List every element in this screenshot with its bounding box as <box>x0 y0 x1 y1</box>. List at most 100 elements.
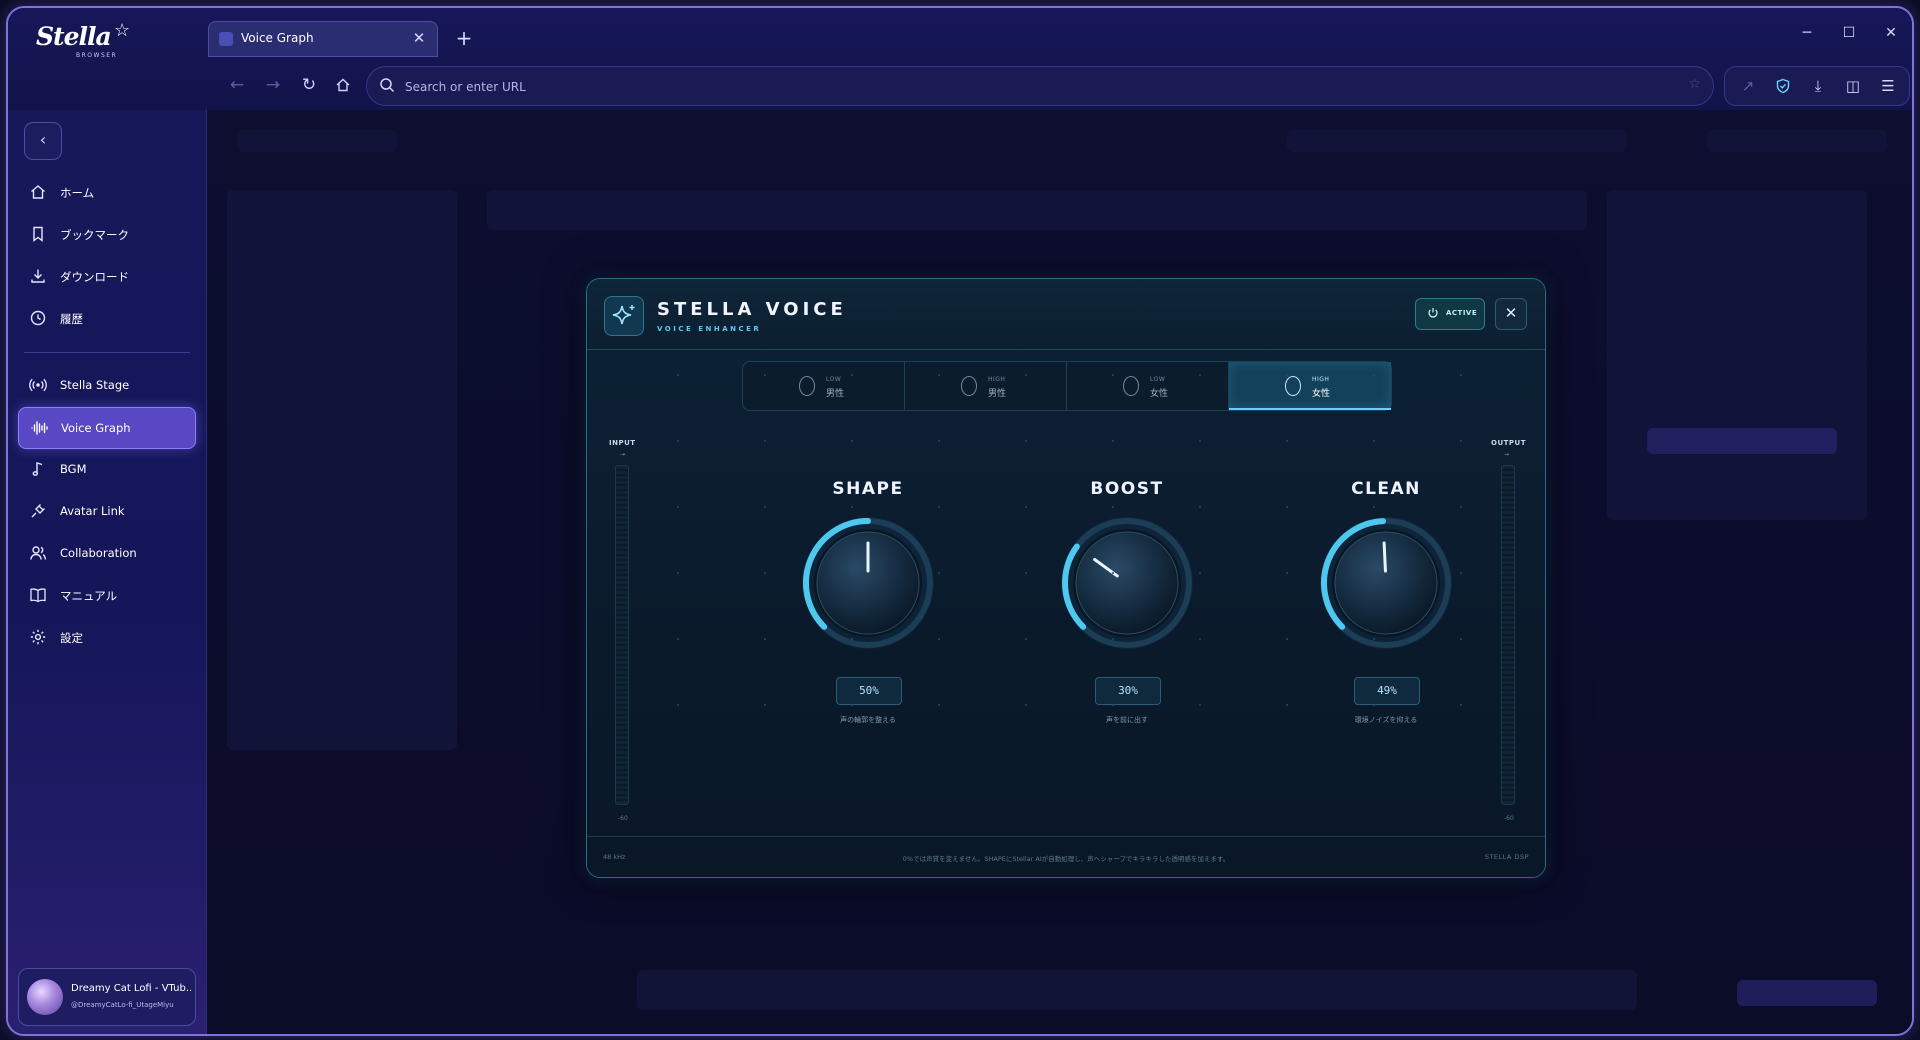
grid-dot <box>1373 704 1375 706</box>
grid-dot <box>1460 572 1462 574</box>
stella-logo[interactable]: Stella ☆ BROWSER <box>36 20 146 62</box>
back-arrow-icon[interactable]: ← <box>224 72 250 98</box>
grid-dot <box>1199 506 1201 508</box>
footer-brand: STELLA DSP <box>1484 853 1529 861</box>
download-icon[interactable]: ⤓ <box>1807 75 1829 97</box>
knob-label: CLEAN <box>1351 479 1421 499</box>
sidebar-item-bgm[interactable]: BGM <box>18 449 194 489</box>
grid-dot <box>1199 638 1201 640</box>
knob-description: 環境ノイズを抑える <box>1354 716 1418 724</box>
grid-dot <box>1460 374 1462 376</box>
sidebar-item-voice-graph[interactable]: Voice Graph <box>18 407 196 449</box>
input-meter-min: -60 <box>618 815 628 822</box>
profile-name: Dreamy Cat Lofi - VTub... <box>71 983 191 994</box>
backdrop-block <box>1707 130 1887 152</box>
logo-text: Stella <box>36 22 112 51</box>
grid-dot <box>851 572 853 574</box>
maximize-icon[interactable]: ☐ <box>1838 22 1860 44</box>
close-window-icon[interactable]: ✕ <box>1880 22 1902 44</box>
sidebar-item-stella-stage[interactable]: Stella Stage <box>18 365 194 405</box>
url-input[interactable] <box>403 76 1657 98</box>
browser-window: Stella ☆ BROWSER Voice Graph ✕ + ─ ☐ ✕ ←… <box>6 6 1914 1036</box>
home-icon[interactable] <box>330 72 356 98</box>
sidebar-item-history[interactable]: 履歴 <box>18 298 194 338</box>
sidebar-item-bookmarks[interactable]: ブックマーク <box>18 214 194 254</box>
shape-knob[interactable] <box>798 513 938 653</box>
panel-close-button[interactable]: ✕ <box>1495 298 1527 330</box>
knob-value[interactable]: 50% <box>836 677 902 705</box>
share-icon[interactable]: ↗ <box>1737 75 1759 97</box>
broadcast-icon <box>29 378 47 392</box>
grid-dot <box>938 440 940 442</box>
reload-icon[interactable]: ↻ <box>296 72 322 98</box>
shield-icon[interactable] <box>1772 75 1794 97</box>
sidebar-toggle-icon[interactable]: ◫ <box>1842 75 1864 97</box>
grid-dot <box>1112 374 1114 376</box>
grid-dot <box>764 572 766 574</box>
knob-face <box>1075 531 1179 635</box>
grid-dot <box>764 704 766 706</box>
sidebar-item-label: BGM <box>60 462 87 476</box>
profile-handle: @DreamyCatLo-fi_UtageMiyu <box>71 1001 174 1009</box>
toolbar-actions: ↗ ⤓ ◫ ☰ <box>1724 66 1910 106</box>
bookmark-icon <box>33 226 43 242</box>
backdrop-block <box>237 130 397 152</box>
grid-dot <box>1460 440 1462 442</box>
sidebar-item-downloads[interactable]: ダウンロード <box>18 256 194 296</box>
input-level-marker: → <box>620 451 626 458</box>
book-icon <box>30 588 46 603</box>
grid-dot <box>851 704 853 706</box>
knob-value[interactable]: 30% <box>1095 677 1161 705</box>
input-meter-label: INPUT <box>609 439 636 447</box>
backdrop-block <box>1737 980 1877 1006</box>
sidebar-item-avatar-link[interactable]: Avatar Link <box>18 491 194 531</box>
backdrop-block <box>487 190 1587 230</box>
grid-dot <box>1373 440 1375 442</box>
backdrop-block <box>227 190 457 750</box>
sidebar-item-manual[interactable]: マニュアル <box>18 575 194 615</box>
grid-dot <box>1112 440 1114 442</box>
knob-label: BOOST <box>1090 479 1164 499</box>
grid-dot <box>938 506 940 508</box>
tab-voice-graph[interactable]: Voice Graph ✕ <box>208 21 438 57</box>
grid-dot <box>1199 572 1201 574</box>
grid-dot <box>764 638 766 640</box>
sidebar-item-home[interactable]: ホーム <box>18 172 194 212</box>
output-level-marker: → <box>1504 451 1510 458</box>
grid-dot <box>677 572 679 574</box>
grid-dot <box>1025 374 1027 376</box>
grid-dot <box>938 572 940 574</box>
knob-pointer <box>1382 541 1387 573</box>
new-tab-button[interactable]: + <box>452 26 476 50</box>
boost-knob[interactable] <box>1057 513 1197 653</box>
address-bar[interactable]: ☆ <box>366 66 1714 106</box>
grid-dot <box>851 440 853 442</box>
knob-description: 声の輪郭を整える <box>840 716 896 724</box>
output-level-meter <box>1501 465 1515 805</box>
sidebar-item-settings[interactable]: 設定 <box>18 617 194 657</box>
menu-icon[interactable]: ☰ <box>1877 75 1899 97</box>
sidebar-item-label: Collaboration <box>60 546 137 560</box>
user-profile-card[interactable]: Dreamy Cat Lofi - VTub... @DreamyCatLo-f… <box>18 968 196 1026</box>
tab-close-icon[interactable]: ✕ <box>409 28 429 48</box>
sidebar-item-label: Voice Graph <box>61 421 131 435</box>
clean-knob[interactable] <box>1316 513 1456 653</box>
active-toggle-button[interactable]: ACTIVE <box>1415 298 1485 330</box>
minimize-icon[interactable]: ─ <box>1796 22 1818 44</box>
knob-boost: BOOST 30% 声を前に出す <box>1037 479 1217 739</box>
waveform-icon <box>31 421 48 435</box>
download-icon <box>31 269 45 283</box>
grid-dot <box>1373 506 1375 508</box>
home-icon <box>31 185 45 199</box>
stella-voice-panel: STELLA VOICE VOICE ENHANCER ACTIVE ✕ LOW… <box>586 278 1546 878</box>
sidebar-item-collaboration[interactable]: Collaboration <box>18 533 194 573</box>
sidebar-collapse-button[interactable]: ‹ <box>24 122 62 160</box>
sparkle-icon <box>604 296 644 336</box>
forward-arrow-icon[interactable]: → <box>260 72 286 98</box>
grid-dot <box>1112 506 1114 508</box>
knob-value[interactable]: 49% <box>1354 677 1420 705</box>
grid-dot <box>851 638 853 640</box>
grid-dot <box>1199 440 1201 442</box>
bookmark-star-icon[interactable]: ☆ <box>1688 76 1701 92</box>
knob-clean: CLEAN 49% 環境ノイズを抑える <box>1296 479 1476 739</box>
